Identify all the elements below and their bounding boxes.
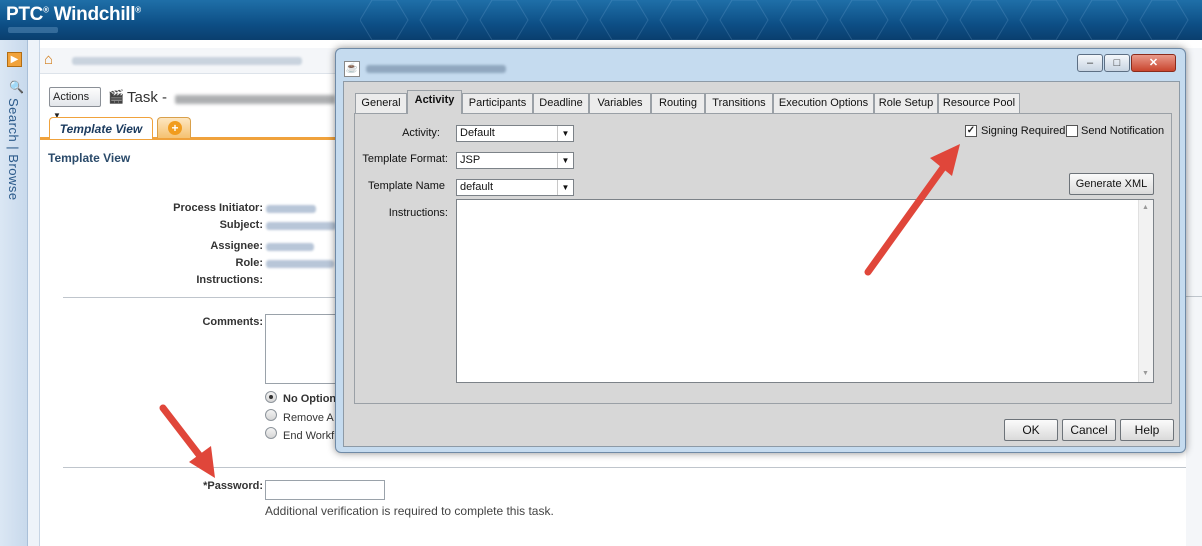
scroll-down-icon[interactable]: ▼ bbox=[1142, 370, 1149, 377]
generate-xml-button[interactable]: Generate XML bbox=[1069, 173, 1154, 195]
tab-transitions[interactable]: Transitions bbox=[705, 93, 773, 113]
form-divider-lower bbox=[63, 467, 1202, 468]
section-title: Template View bbox=[48, 151, 131, 165]
signing-required-label: Signing Required bbox=[981, 125, 1066, 137]
tab-resource-pool[interactable]: Resource Pool bbox=[938, 93, 1020, 113]
routing-option-radio-2[interactable] bbox=[265, 427, 277, 439]
dialog-title-redacted bbox=[366, 65, 506, 73]
tab-routing[interactable]: Routing bbox=[651, 93, 705, 113]
subject-value-redacted bbox=[266, 222, 336, 230]
assignee-value-redacted bbox=[266, 243, 314, 251]
annotation-arrow-password bbox=[159, 404, 215, 478]
routing-option-label-0: No Option bbox=[283, 393, 337, 405]
template-name-label: Template Name bbox=[367, 180, 445, 192]
routing-option-radio-0[interactable] bbox=[265, 391, 277, 403]
ok-button[interactable]: OK bbox=[1004, 419, 1058, 441]
tab-execution-options[interactable]: Execution Options bbox=[773, 93, 874, 113]
tab-role-setup[interactable]: Role Setup bbox=[874, 93, 938, 113]
template-name-select-value: default bbox=[460, 181, 494, 193]
subject-label: Subject: bbox=[219, 219, 263, 231]
template-format-select-value: JSP bbox=[460, 154, 481, 166]
role-label: Role: bbox=[235, 257, 264, 269]
right-divider bbox=[1186, 296, 1202, 297]
activity-panel: Activity: Default ▼ Template Format: JSP… bbox=[354, 113, 1172, 404]
instructions-textarea[interactable]: ▲ ▼ bbox=[456, 199, 1154, 383]
close-button[interactable]: ✕ bbox=[1131, 54, 1176, 72]
send-notification-label: Send Notification bbox=[1081, 125, 1165, 137]
instructions-scrollbar[interactable]: ▲ ▼ bbox=[1138, 200, 1153, 382]
password-note: Additional verification is required to c… bbox=[265, 504, 554, 518]
home-icon[interactable]: ⌂ bbox=[44, 52, 60, 68]
actions-label: Actions bbox=[53, 91, 90, 103]
form-divider bbox=[63, 297, 338, 298]
process-initiator-value-redacted bbox=[266, 205, 316, 213]
app-banner: PTC® Windchill® bbox=[0, 0, 1202, 40]
routing-option-label-2: End Workf bbox=[283, 430, 335, 442]
chevron-down-icon: ▼ bbox=[557, 180, 573, 195]
maximize-button[interactable]: □ bbox=[1104, 54, 1130, 72]
search-icon[interactable]: 🔍 bbox=[9, 80, 24, 94]
cancel-button[interactable]: Cancel bbox=[1062, 419, 1116, 441]
banner-hex-pattern bbox=[360, 0, 1189, 40]
activity-select[interactable]: Default ▼ bbox=[456, 125, 574, 142]
navigator-strip: ▶ 🔍 Search | Browse bbox=[0, 40, 28, 546]
template-format-select[interactable]: JSP ▼ bbox=[456, 152, 574, 169]
assignee-label: Assignee: bbox=[210, 240, 263, 252]
instructions-label: Instructions: bbox=[196, 274, 263, 286]
template-name-select[interactable]: default ▼ bbox=[456, 179, 574, 196]
tab-activity[interactable]: Activity bbox=[407, 90, 462, 114]
routing-option-label-1: Remove A bbox=[283, 412, 334, 424]
tab-deadline[interactable]: Deadline bbox=[533, 93, 589, 113]
role-value-redacted bbox=[266, 260, 334, 268]
comments-label: Comments: bbox=[202, 316, 263, 328]
banner-subtitle-redacted bbox=[8, 27, 58, 33]
actions-menu-button[interactable]: Actions ▼ bbox=[49, 87, 101, 120]
instructions-field-label: Instructions: bbox=[388, 207, 448, 219]
password-input[interactable] bbox=[265, 480, 385, 500]
comments-textarea[interactable] bbox=[265, 314, 340, 384]
search-browse-tab[interactable]: Search | Browse bbox=[6, 98, 21, 201]
breadcrumb-redacted bbox=[72, 57, 302, 65]
add-tab-button[interactable]: + bbox=[157, 117, 191, 138]
product-logo: PTC® Windchill® bbox=[6, 4, 141, 25]
send-notification-checkbox[interactable] bbox=[1066, 125, 1078, 137]
java-app-icon: ☕ bbox=[344, 61, 360, 77]
activity-label: Activity: bbox=[402, 127, 440, 139]
help-button[interactable]: Help bbox=[1120, 419, 1174, 441]
dialog-window: ☕ – □ ✕ General Activity Participants De… bbox=[335, 48, 1186, 453]
chevron-down-icon: ▼ bbox=[557, 126, 573, 141]
tab-general[interactable]: General bbox=[355, 93, 407, 113]
navigator-toggle-icon[interactable]: ▶ bbox=[7, 52, 22, 67]
page-title: Task - bbox=[127, 89, 168, 106]
tab-variables[interactable]: Variables bbox=[589, 93, 651, 113]
routing-option-radio-1[interactable] bbox=[265, 409, 277, 421]
minimize-button[interactable]: – bbox=[1077, 54, 1103, 72]
tab-template-view[interactable]: Template View bbox=[49, 117, 153, 139]
dialog-body: General Activity Participants Deadline V… bbox=[343, 81, 1180, 447]
signing-required-checkbox[interactable]: ✓ bbox=[965, 125, 977, 137]
password-label: *Password: bbox=[203, 480, 263, 492]
process-initiator-label: Process Initiator: bbox=[173, 202, 263, 214]
task-icon: 🎬 bbox=[108, 89, 125, 104]
plus-icon: + bbox=[168, 121, 182, 135]
navigator-gutter bbox=[28, 40, 40, 546]
chevron-down-icon: ▼ bbox=[557, 153, 573, 168]
scroll-up-icon[interactable]: ▲ bbox=[1142, 204, 1149, 211]
tab-participants[interactable]: Participants bbox=[462, 93, 533, 113]
page-title-redacted bbox=[175, 95, 335, 104]
template-format-label: Template Format: bbox=[362, 153, 448, 165]
activity-select-value: Default bbox=[460, 127, 495, 139]
right-pane bbox=[1186, 48, 1202, 546]
